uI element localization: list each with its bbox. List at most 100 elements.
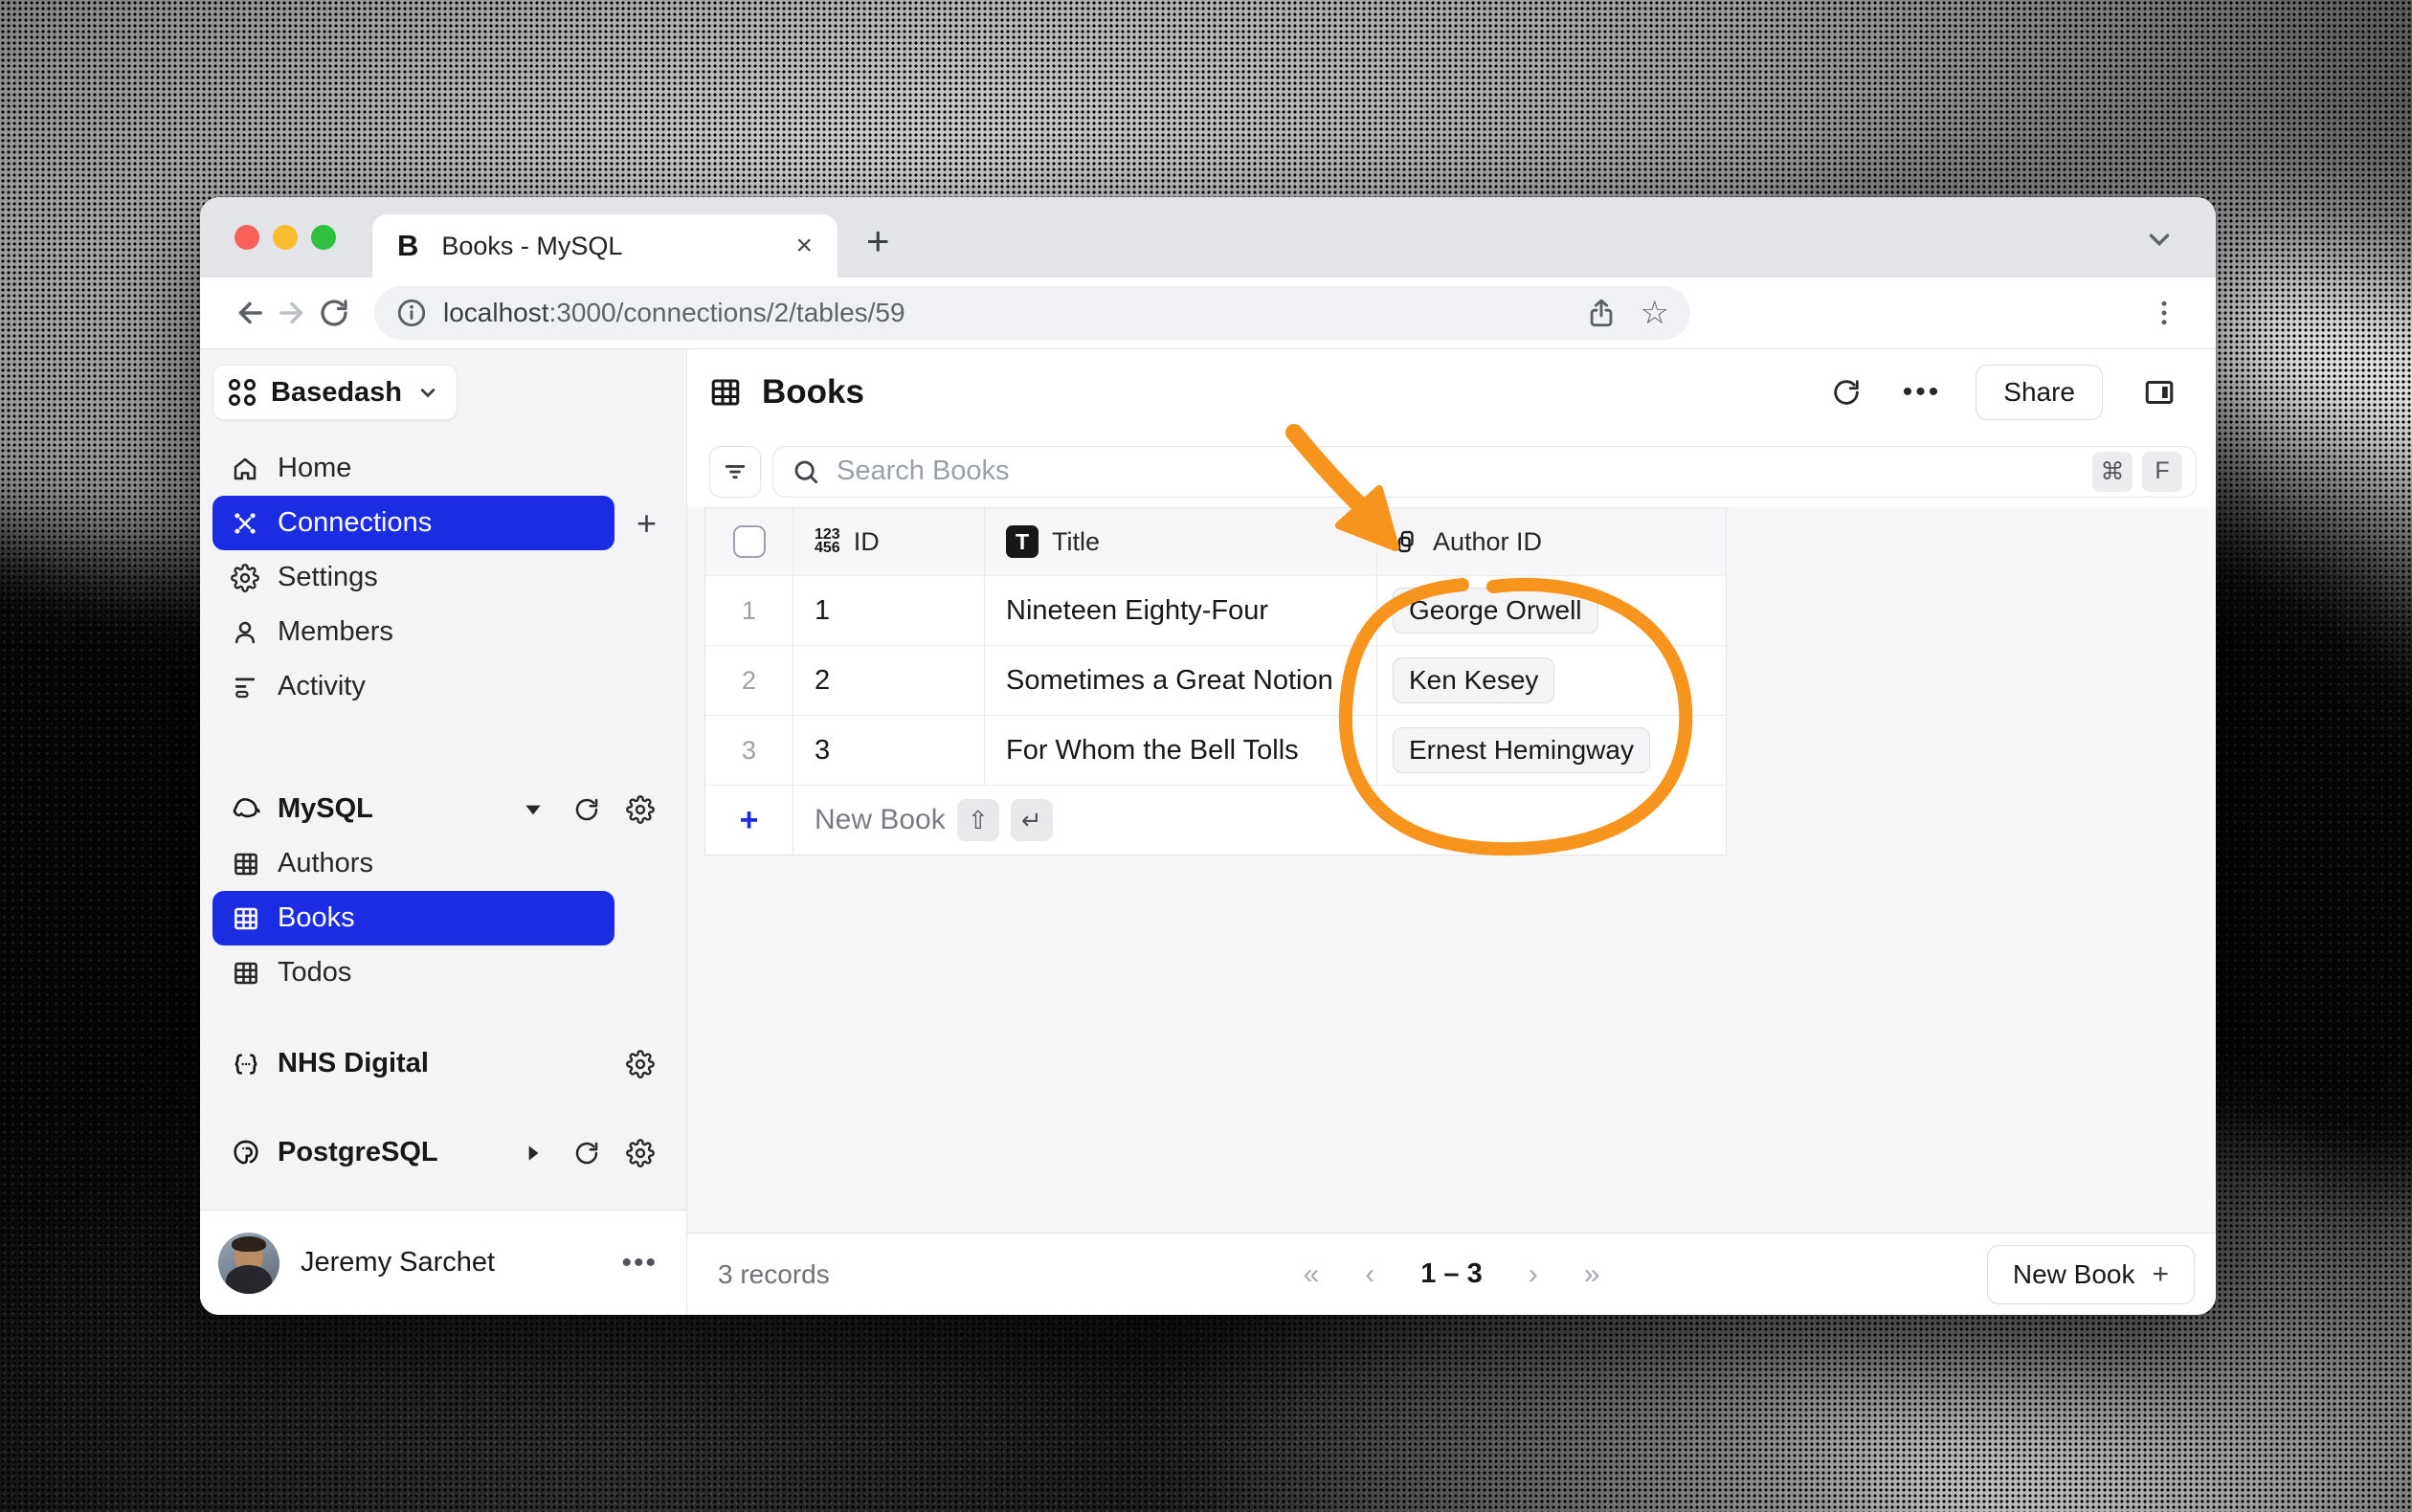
- avatar[interactable]: [218, 1233, 279, 1294]
- author-badge[interactable]: Ernest Hemingway: [1393, 727, 1650, 773]
- nhs-section: NHS Digital: [212, 1036, 674, 1091]
- author-badge[interactable]: Ken Kesey: [1393, 657, 1554, 703]
- close-window-button[interactable]: [234, 225, 259, 250]
- add-connection-button[interactable]: +: [636, 503, 657, 544]
- connection-nhs-digital[interactable]: NHS Digital: [212, 1036, 674, 1091]
- gear-icon[interactable]: [624, 795, 657, 824]
- connection-postgresql[interactable]: PostgreSQL: [212, 1125, 674, 1180]
- sidebar-nav: Home Connections Settings: [212, 441, 674, 714]
- add-row-plus-icon[interactable]: +: [740, 802, 759, 839]
- sidebar-item-label: Settings: [278, 562, 378, 593]
- search-box: ⌘ F: [772, 446, 2197, 498]
- tab-title: Books - MySQL: [441, 232, 622, 261]
- sidebar-item-home[interactable]: Home: [212, 441, 614, 496]
- forward-icon: [271, 292, 313, 334]
- prev-page-icon[interactable]: ‹: [1365, 1258, 1374, 1291]
- row-number: 1: [742, 596, 756, 626]
- sidebar-item-label: Connections: [278, 507, 432, 539]
- column-header-author-id[interactable]: Author ID: [1377, 508, 1726, 575]
- mysql-section: MySQL Authors: [212, 782, 674, 1000]
- table-row[interactable]: 3 3 For Whom the Bell Tolls Ernest Hemin…: [705, 715, 1726, 785]
- braces-api-icon: [230, 1049, 262, 1079]
- new-record-row[interactable]: + New Book ⇧ ↵: [705, 785, 1726, 855]
- author-badge[interactable]: George Orwell: [1393, 588, 1598, 634]
- user-area: Jeremy Sarchet •••: [200, 1210, 686, 1315]
- cell-title[interactable]: For Whom the Bell Tolls: [1006, 735, 1299, 767]
- expand-triangle-icon[interactable]: [517, 1141, 549, 1166]
- user-menu-icon[interactable]: •••: [621, 1247, 658, 1279]
- minimize-window-button[interactable]: [273, 225, 298, 250]
- table-grid-icon: [230, 850, 262, 878]
- site-info-icon[interactable]: [395, 297, 428, 329]
- sidebar-item-settings[interactable]: Settings: [212, 550, 614, 605]
- browser-tab[interactable]: B Books - MySQL ×: [372, 214, 838, 278]
- page-header: Books ••• Share: [687, 349, 2216, 435]
- sidebar-item-members[interactable]: Members: [212, 605, 614, 659]
- grid-header-row: 123456 ID T Title Author ID: [705, 508, 1726, 575]
- reload-icon[interactable]: [313, 292, 355, 334]
- sidebar-item-activity[interactable]: Activity: [212, 659, 614, 714]
- search-row: ⌘ F: [687, 435, 2216, 507]
- last-page-icon[interactable]: »: [1584, 1258, 1600, 1291]
- activity-icon: [230, 673, 260, 701]
- table-grid-icon: [708, 375, 743, 410]
- gear-icon[interactable]: [624, 1139, 657, 1167]
- select-all-cell[interactable]: [705, 508, 793, 575]
- plus-icon: +: [2152, 1258, 2169, 1291]
- sidebar: Basedash Home Connections: [200, 349, 687, 1315]
- next-page-icon[interactable]: ›: [1529, 1258, 1538, 1291]
- workspace-switcher[interactable]: Basedash: [212, 365, 458, 420]
- side-panel-toggle-icon[interactable]: [2137, 375, 2181, 410]
- tab-overview-chevron-icon[interactable]: [2143, 222, 2176, 255]
- connections-icon: [230, 509, 260, 538]
- sidebar-table-books[interactable]: Books: [212, 891, 614, 945]
- share-button[interactable]: Share: [1976, 365, 2103, 420]
- column-header-title[interactable]: T Title: [985, 508, 1377, 575]
- back-icon[interactable]: [229, 292, 271, 334]
- cell-title[interactable]: Nineteen Eighty-Four: [1006, 595, 1268, 627]
- new-tab-button[interactable]: +: [866, 218, 890, 264]
- table-footer: 3 records « ‹ 1 – 3 › » New Book +: [687, 1233, 2216, 1315]
- sidebar-table-authors[interactable]: Authors: [212, 836, 614, 891]
- sidebar-table-label: Todos: [278, 957, 351, 989]
- table-row[interactable]: 1 1 Nineteen Eighty-Four George Orwell: [705, 575, 1726, 645]
- person-icon: [230, 618, 260, 647]
- search-input[interactable]: [837, 456, 2083, 487]
- page-title: Books: [762, 373, 864, 411]
- cell-id[interactable]: 2: [815, 665, 830, 697]
- first-page-icon[interactable]: «: [1304, 1258, 1320, 1291]
- column-header-id[interactable]: 123456 ID: [793, 508, 985, 575]
- refresh-icon[interactable]: [570, 795, 603, 824]
- filter-button[interactable]: [709, 446, 761, 498]
- new-book-button[interactable]: New Book +: [1987, 1245, 2195, 1304]
- connection-label: NHS Digital: [278, 1048, 429, 1079]
- basedash-favicon: B: [397, 229, 416, 263]
- home-icon: [230, 455, 260, 483]
- f-key-badge: F: [2142, 452, 2182, 492]
- cell-id[interactable]: 1: [815, 595, 830, 627]
- tab-close-icon[interactable]: ×: [795, 232, 813, 260]
- workspace-name: Basedash: [271, 377, 402, 409]
- table-grid-icon: [230, 959, 262, 988]
- basedash-logo-icon: [229, 379, 256, 406]
- connection-mysql[interactable]: MySQL: [212, 782, 674, 836]
- cell-title[interactable]: Sometimes a Great Notion: [1006, 665, 1333, 697]
- sidebar-table-todos[interactable]: Todos: [212, 945, 614, 1000]
- cell-id[interactable]: 3: [815, 735, 830, 767]
- app-content: Basedash Home Connections: [200, 349, 2216, 1315]
- table-row[interactable]: 2 2 Sometimes a Great Notion Ken Kesey: [705, 645, 1726, 715]
- sidebar-item-connections[interactable]: Connections: [212, 496, 614, 550]
- share-page-icon[interactable]: [1585, 297, 1618, 329]
- table-options-icon[interactable]: •••: [1903, 376, 1942, 409]
- sidebar-item-label: Members: [278, 616, 393, 648]
- collapse-triangle-icon[interactable]: [517, 797, 549, 822]
- url-bar[interactable]: localhost:3000/connections/2/tables/59 ☆: [374, 286, 1690, 340]
- refresh-icon[interactable]: [570, 1139, 603, 1167]
- gear-icon[interactable]: [624, 1050, 657, 1078]
- zoom-window-button[interactable]: [311, 225, 336, 250]
- refresh-table-icon[interactable]: [1824, 376, 1868, 409]
- browser-menu-icon[interactable]: [2147, 296, 2181, 330]
- bookmark-star-icon[interactable]: ☆: [1641, 294, 1669, 332]
- select-all-checkbox[interactable]: [733, 525, 766, 558]
- url-text: localhost:3000/connections/2/tables/59: [443, 298, 905, 328]
